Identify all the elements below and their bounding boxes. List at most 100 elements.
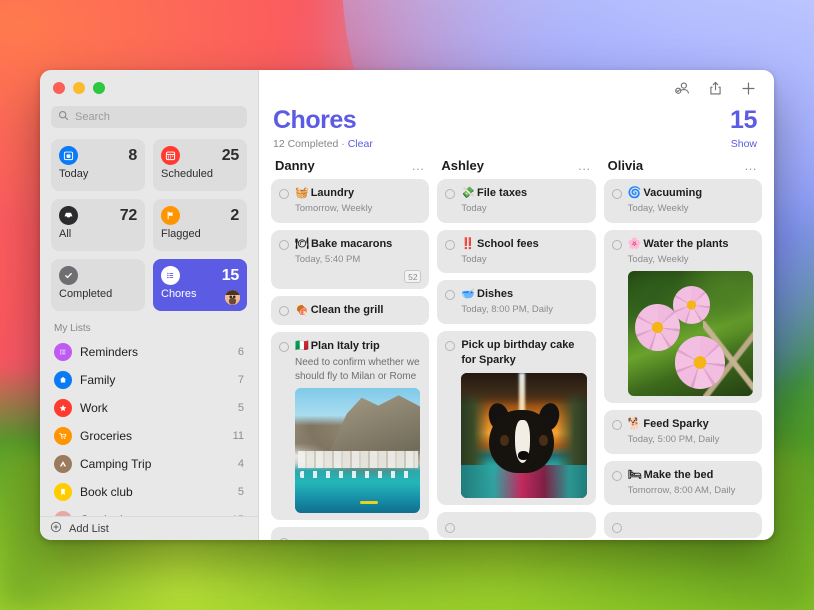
task-photo-italy-coast[interactable] (295, 388, 420, 513)
smart-tile-today[interactable]: 8 Today (51, 139, 145, 191)
plus-circle-icon (50, 520, 62, 538)
summary-separator: · (341, 138, 345, 150)
smart-tile-all[interactable]: 72 All (51, 199, 145, 251)
list-item-label: Book club (80, 485, 230, 499)
task-title: File taxes (477, 187, 527, 199)
task-body: 🛏Make the bed Tomorrow, 8:00 AM, Daily (628, 468, 753, 498)
show-completed-button[interactable]: Show (730, 138, 757, 150)
column-more-button[interactable]: … (578, 162, 592, 170)
main-content: Chores 12 Completed · Clear 15 Show Dann… (259, 70, 774, 540)
task-title: School fees (477, 238, 539, 250)
task-card-plan-italy-trip[interactable]: 🇮🇹Plan Italy trip Need to confirm whethe… (271, 332, 429, 520)
person-badge-icon[interactable] (674, 80, 691, 97)
star-icon (54, 399, 72, 417)
task-complete-radio[interactable] (612, 471, 622, 481)
list-item-label: Work (80, 401, 230, 415)
task-complete-radio[interactable] (279, 240, 289, 250)
task-complete-radio[interactable] (445, 240, 455, 250)
task-list: 🧺Laundry Tomorrow, Weekly 🍽Bake macarons… (271, 179, 429, 540)
task-note: Need to confirm whether we should fly to… (295, 356, 420, 383)
list-item-count: 5 (238, 402, 244, 414)
dog-icon: 🐕 (628, 418, 642, 430)
add-list-label: Add List (69, 523, 109, 535)
task-card-laundry[interactable]: 🧺Laundry Tomorrow, Weekly (271, 179, 429, 223)
task-complete-radio[interactable] (279, 342, 289, 352)
zoom-button[interactable] (93, 82, 105, 94)
task-body: 🍽Bake macarons Today, 5:40 PM (295, 237, 420, 283)
task-card-new-danny[interactable] (271, 527, 429, 540)
task-subtitle: Today, 5:40 PM (295, 254, 420, 267)
task-title: Plan Italy trip (311, 340, 380, 352)
task-title: Pick up birthday cake for Sparky (461, 339, 574, 366)
task-card-bake-macarons[interactable]: 🍽Bake macarons Today, 5:40 PM 52 (271, 230, 429, 290)
task-card-new-olivia[interactable] (604, 512, 762, 538)
toolbar (259, 70, 774, 107)
smart-tile-flagged[interactable]: 2 Flagged (153, 199, 247, 251)
clear-button[interactable]: Clear (348, 138, 373, 150)
task-card-new-ashley[interactable] (437, 512, 595, 538)
close-button[interactable] (53, 82, 65, 94)
task-list: 💸File taxes Today ‼️School fees Today (437, 179, 595, 538)
bowl-spoon-icon: 🥣 (461, 288, 475, 300)
task-body: Pick up birthday cake for Sparky (461, 338, 586, 498)
task-complete-radio[interactable] (445, 290, 455, 300)
task-complete-radio[interactable] (612, 240, 622, 250)
list-item-reminders[interactable]: Reminders 6 (48, 338, 250, 366)
list-item-groceries[interactable]: Groceries 11 (48, 422, 250, 450)
task-title: Bake macarons (311, 238, 392, 250)
smart-tile-count: 25 (222, 147, 239, 165)
task-complete-radio[interactable] (612, 523, 622, 533)
task-photo-flowers[interactable] (628, 271, 753, 396)
column-header: Danny … (271, 158, 429, 179)
task-card-vacuuming[interactable]: 🌀Vacuuming Today, Weekly (604, 179, 762, 223)
task-card-water-the-plants[interactable]: 🌸Water the plants Today, Weekly (604, 230, 762, 404)
smart-tile-count: 2 (230, 207, 239, 225)
task-card-file-taxes[interactable]: 💸File taxes Today (437, 179, 595, 223)
task-title: Clean the grill (311, 304, 384, 316)
list-item-book-club[interactable]: Book club 5 (48, 478, 250, 506)
task-complete-radio[interactable] (612, 189, 622, 199)
double-exclamation-icon: ‼️ (461, 238, 475, 250)
add-list-button[interactable]: Add List (40, 516, 258, 540)
share-up-arrow-icon[interactable] (707, 80, 724, 97)
smart-tile-label: Scheduled (161, 168, 239, 180)
task-title-row: Pick up birthday cake for Sparky (461, 338, 586, 368)
task-complete-radio[interactable] (279, 538, 289, 540)
task-complete-radio[interactable] (279, 189, 289, 199)
task-body: 🌀Vacuuming Today, Weekly (628, 186, 753, 216)
smart-tile-completed[interactable]: Completed (51, 259, 145, 311)
task-card-dishes[interactable]: 🥣Dishes Today, 8:00 PM, Daily (437, 280, 595, 324)
task-title: Feed Sparky (643, 418, 708, 430)
task-card-birthday-cake[interactable]: Pick up birthday cake for Sparky (437, 331, 595, 505)
task-subtitle: Today, Weekly (628, 203, 753, 216)
task-complete-radio[interactable] (445, 189, 455, 199)
task-complete-radio[interactable] (445, 523, 455, 533)
task-photo-dog-sparky[interactable] (461, 373, 586, 498)
task-complete-radio[interactable] (612, 420, 622, 430)
task-subtitle: Today, 8:00 PM, Daily (461, 304, 586, 317)
smart-list-tiles: 8 Today 25 Scheduled 72 (40, 128, 258, 311)
bookmark-icon (54, 483, 72, 501)
task-title-row: 🐕Feed Sparky (628, 417, 753, 432)
smart-tile-chores[interactable]: 15 Chores (153, 259, 247, 311)
list-item-work[interactable]: Work 5 (48, 394, 250, 422)
minimize-button[interactable] (73, 82, 85, 94)
task-card-school-fees[interactable]: ‼️School fees Today (437, 230, 595, 274)
task-card-make-the-bed[interactable]: 🛏Make the bed Tomorrow, 8:00 AM, Daily (604, 461, 762, 505)
plus-icon[interactable] (740, 80, 757, 97)
column-more-button[interactable]: … (744, 162, 758, 170)
task-card-clean-the-grill[interactable]: 🍖Clean the grill (271, 296, 429, 325)
list-item-camping-trip[interactable]: Camping Trip 4 (48, 450, 250, 478)
shared-list-avatar (225, 290, 240, 305)
task-card-feed-sparky[interactable]: 🐕Feed Sparky Today, 5:00 PM, Daily (604, 410, 762, 454)
completed-count-label: 12 Completed (273, 138, 338, 150)
task-complete-radio[interactable] (445, 341, 455, 351)
column-more-button[interactable]: … (411, 162, 425, 170)
list-item-family[interactable]: Family 7 (48, 366, 250, 394)
task-body (628, 520, 753, 531)
task-complete-radio[interactable] (279, 306, 289, 316)
smart-tile-scheduled[interactable]: 25 Scheduled (153, 139, 247, 191)
task-body: 🇮🇹Plan Italy trip Need to confirm whethe… (295, 339, 420, 513)
bed-icon: 🛏 (628, 469, 642, 481)
search-field[interactable]: Search (51, 106, 247, 128)
